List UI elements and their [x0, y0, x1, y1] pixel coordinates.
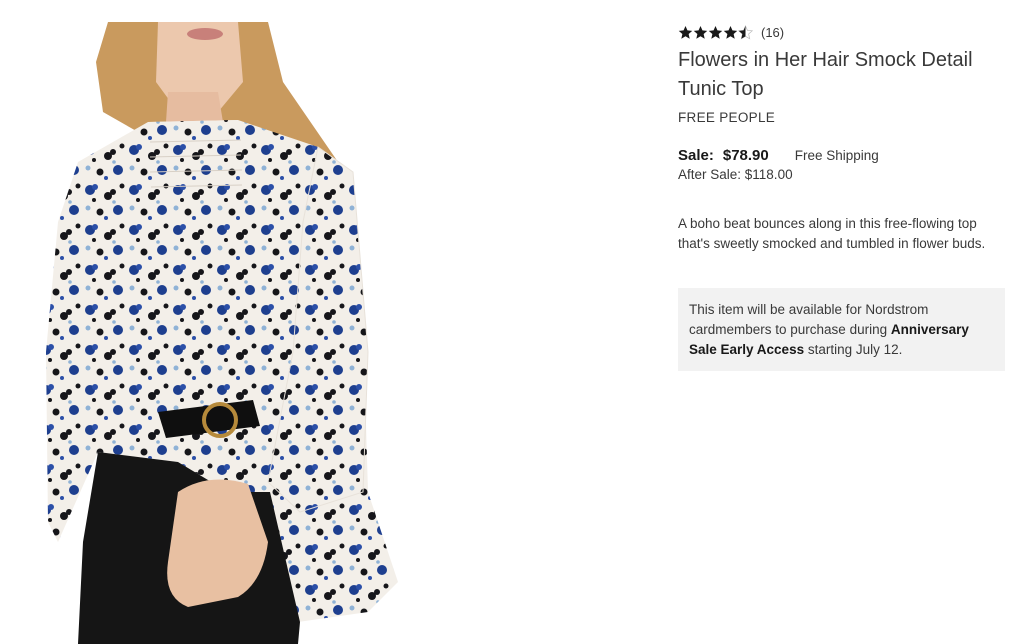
star-rating — [678, 24, 753, 40]
product-title: Flowers in Her Hair Smock Detail Tunic T… — [678, 49, 973, 100]
rating-row[interactable]: (16) — [678, 22, 1006, 42]
product-info: (16) Flowers in Her Hair Smock Detail Tu… — [678, 22, 1006, 371]
product-photo-illustration — [46, 22, 398, 644]
star-icon — [678, 25, 693, 40]
after-sale-price: After Sale: $118.00 — [678, 167, 793, 182]
star-icon — [693, 25, 708, 40]
product-description: A boho beat bounces along in this free-f… — [678, 216, 986, 251]
sale-price: $78.90 — [722, 147, 769, 164]
sale-label: Sale: — [678, 147, 714, 164]
sale-row: Sale: $78.90 Free Shipping — [678, 147, 1006, 164]
price-block: Sale: $78.90 Free Shipping After Sale: $… — [678, 147, 1006, 182]
product-page: (16) Flowers in Her Hair Smock Detail Tu… — [0, 0, 1024, 644]
brand-link[interactable]: FREE PEOPLE — [678, 110, 1006, 125]
anniversary-sale-notice: This item will be available for Nordstro… — [678, 288, 1005, 371]
star-icon — [708, 25, 723, 40]
review-count[interactable]: (16) — [761, 25, 784, 40]
notice-text-end: starting July 12. — [804, 342, 903, 357]
product-image[interactable] — [38, 22, 410, 644]
shipping-info: Free Shipping — [794, 148, 879, 163]
star-icon — [723, 25, 738, 40]
star-half-icon — [738, 24, 753, 40]
